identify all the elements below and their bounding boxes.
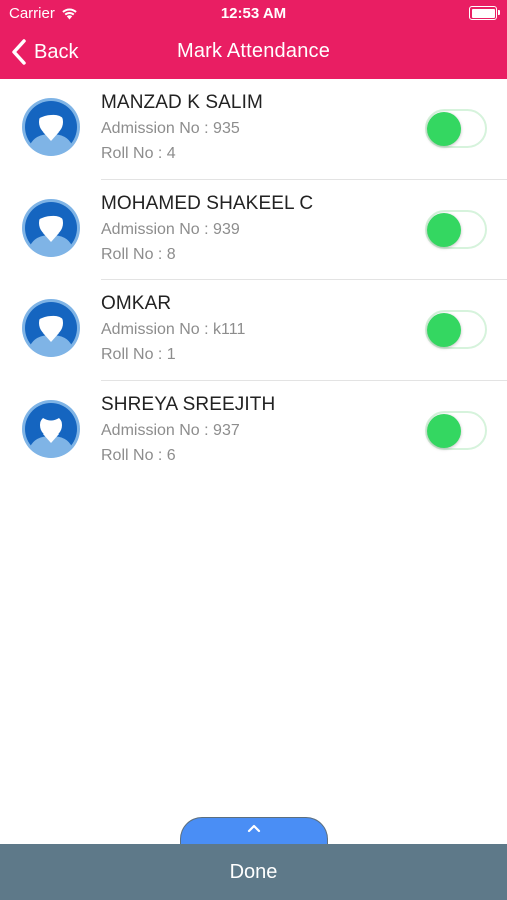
attendance-toggle[interactable] bbox=[425, 209, 487, 249]
list-item: MOHAMED SHAKEEL C Admission No : 939 Rol… bbox=[0, 180, 507, 280]
status-bar: Carrier 12:53 AM bbox=[0, 0, 507, 28]
boy-avatar-icon bbox=[22, 98, 80, 156]
roll-number: Roll No : 6 bbox=[101, 446, 176, 464]
toggle-knob bbox=[427, 413, 461, 448]
roll-number: Roll No : 8 bbox=[101, 245, 176, 263]
done-button[interactable]: Done bbox=[0, 844, 507, 900]
admission-number: Admission No : 939 bbox=[101, 220, 240, 238]
battery-full-icon bbox=[469, 6, 500, 20]
list-item: MANZAD K SALIM Admission No : 935 Roll N… bbox=[0, 79, 507, 180]
attendance-toggle[interactable] bbox=[425, 310, 487, 349]
chevron-up-icon bbox=[247, 824, 261, 833]
nav-bar: Back Mark Attendance bbox=[0, 28, 507, 79]
roll-number: Roll No : 1 bbox=[101, 346, 176, 363]
admission-number: Admission No : 937 bbox=[101, 421, 240, 439]
attendance-toggle[interactable] bbox=[425, 410, 487, 450]
admission-number: Admission No : 935 bbox=[101, 120, 240, 137]
app-header: Carrier 12:53 AM Back Mark Attendance bbox=[0, 0, 507, 79]
status-time: 12:53 AM bbox=[220, 5, 287, 22]
toggle-knob bbox=[427, 212, 461, 247]
student-name: SHREYA SREEJITH bbox=[101, 393, 276, 415]
toggle-knob bbox=[427, 112, 461, 146]
attendance-toggle[interactable] bbox=[425, 109, 487, 148]
list-item: SHREYA SREEJITH Admission No : 937 Roll … bbox=[0, 381, 507, 482]
list-item: OMKAR Admission No : k111 Roll No : 1 bbox=[0, 280, 507, 381]
admission-number: Admission No : k111 bbox=[101, 321, 246, 338]
student-list: MANZAD K SALIM Admission No : 935 Roll N… bbox=[0, 79, 507, 481]
student-name: OMKAR bbox=[101, 293, 172, 314]
roll-number: Roll No : 4 bbox=[101, 145, 176, 162]
boy-avatar-icon bbox=[22, 299, 80, 357]
boy-avatar-icon bbox=[22, 198, 80, 257]
page-title: Mark Attendance bbox=[176, 40, 331, 62]
girl-avatar-icon bbox=[22, 399, 80, 458]
student-name: MANZAD K SALIM bbox=[101, 92, 263, 113]
toggle-knob bbox=[427, 313, 461, 347]
student-name: MOHAMED SHAKEEL C bbox=[101, 192, 314, 214]
